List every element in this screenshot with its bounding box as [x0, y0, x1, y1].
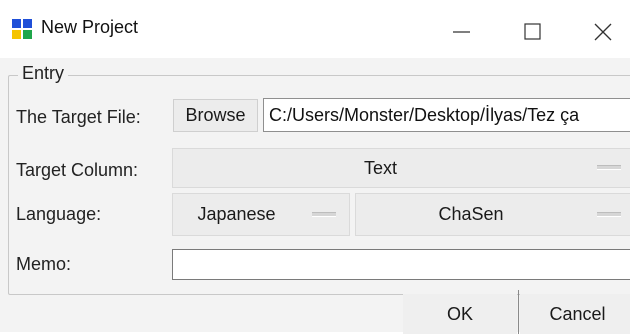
dropdown-indicator-icon [597, 211, 621, 217]
memo-input[interactable] [172, 249, 630, 280]
analyzer-select[interactable]: ChaSen [355, 193, 630, 236]
browse-button[interactable]: Browse [173, 99, 258, 132]
target-file-label: The Target File: [16, 107, 141, 127]
maximize-icon [524, 23, 541, 40]
window-title: New Project [41, 17, 139, 37]
language-select[interactable]: Japanese [172, 193, 350, 236]
maximize-button[interactable] [510, 10, 556, 50]
minimize-button[interactable] [443, 10, 489, 50]
dialog-body: Entry The Target File: Browse C:/Users/M… [0, 58, 630, 334]
entry-group-label: Entry [18, 63, 69, 84]
analyzer-value: ChaSen [438, 204, 504, 224]
grid-app-icon [12, 19, 32, 39]
target-file-path-value: C:/Users/Monster/Desktop/İlyas/Tez ça [269, 104, 580, 125]
ok-button[interactable]: OK [403, 294, 517, 334]
dropdown-indicator-icon [312, 211, 336, 217]
close-icon [594, 23, 612, 41]
memo-label: Memo: [16, 254, 72, 274]
target-column-label: Target Column: [16, 160, 139, 180]
new-project-window: New Project Entry The Target File: Brows… [0, 0, 630, 334]
target-file-path-input[interactable]: C:/Users/Monster/Desktop/İlyas/Tez ça [263, 98, 630, 132]
target-column-select[interactable]: Text [172, 148, 630, 188]
target-column-value: Text [363, 157, 397, 178]
title-bar[interactable]: New Project [0, 0, 630, 58]
button-divider [518, 290, 519, 334]
minimize-icon [453, 31, 470, 33]
cancel-button[interactable]: Cancel [520, 294, 630, 334]
language-value: Japanese [197, 204, 276, 224]
language-label: Language: [16, 204, 102, 224]
dropdown-indicator-icon [597, 165, 621, 170]
close-button[interactable] [580, 10, 626, 50]
